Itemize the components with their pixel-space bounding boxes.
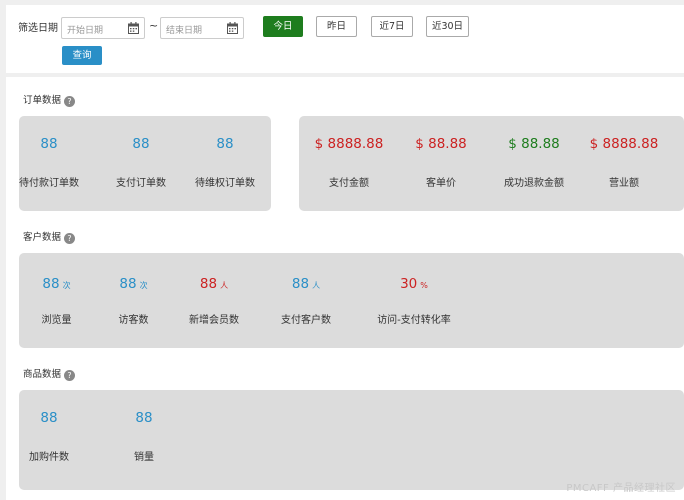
metric-value: 88: [216, 136, 234, 152]
date-filter-panel: 筛选日期 开始日期 ~ 结束日期 今日 昨日 近7日 近30日 查询: [6, 5, 684, 73]
metric-add-to-cart-items: 88 加购件数: [29, 410, 69, 463]
help-icon[interactable]: ?: [64, 233, 76, 244]
metric-label: 待维权订单数: [195, 178, 255, 189]
customers-section-title: 客户数据?: [23, 229, 76, 244]
metric-unit: %: [420, 281, 428, 290]
metric-value: $ 8888.88: [314, 136, 384, 152]
metric-value-row: 88 次: [106, 273, 161, 292]
metric-value: 88: [199, 276, 218, 292]
yesterday-button[interactable]: 昨日: [316, 16, 357, 37]
metric-paid-amount: $ 8888.88 支付金额: [309, 136, 389, 189]
metric-refund-amount: $ 88.88 成功退款金额: [499, 136, 569, 189]
metric-value: $ 88.88: [415, 136, 467, 152]
calendar-icon[interactable]: [227, 22, 238, 34]
order-counts-card: 88 待付款订单数 88 支付订单数 88 待维权订单数: [19, 116, 271, 211]
filter-label: 筛选日期: [18, 23, 58, 34]
metric-value-row: 88 人: [184, 273, 244, 292]
metric-label: 新增会员数: [189, 315, 239, 326]
help-icon[interactable]: ?: [64, 370, 76, 381]
date-range-separator: ~: [149, 19, 159, 32]
metric-value: 88: [135, 410, 153, 426]
metric-value: $ 88.88: [508, 136, 560, 152]
metric-page-views: 88 次 浏览量: [29, 273, 84, 326]
metric-unit: 次: [139, 281, 148, 290]
query-button[interactable]: 查询: [62, 46, 102, 65]
start-date-input[interactable]: 开始日期: [61, 17, 145, 39]
calendar-icon[interactable]: [128, 22, 139, 34]
metric-value-row: 30%: [369, 273, 459, 292]
today-button[interactable]: 今日: [263, 16, 303, 37]
metric-unit: 次: [62, 281, 71, 290]
customers-title-text: 客户数据: [23, 232, 62, 243]
orders-section-title: 订单数据?: [23, 92, 76, 107]
metric-paid-orders: 88 支付订单数: [116, 136, 166, 189]
metric-label: 支付金额: [329, 178, 369, 189]
metric-label: 营业额: [609, 178, 639, 189]
orders-title-text: 订单数据: [23, 95, 62, 106]
metric-visit-to-pay-conversion: 30% 访问-支付转化率: [369, 273, 459, 326]
metric-value-row: 88 人: [276, 273, 336, 292]
metric-label: 销量: [134, 452, 154, 463]
products-section-title: 商品数据?: [23, 366, 76, 381]
metric-value: 88: [42, 276, 60, 292]
products-title-text: 商品数据: [23, 369, 62, 380]
metric-value: 88: [40, 136, 58, 152]
metric-unit: 人: [220, 281, 229, 290]
customer-metrics-card: 88 次 浏览量 88 次 访客数 88 人 新增会员数 88 人 支付客户数 30% …: [19, 253, 684, 348]
metric-paying-customers: 88 人 支付客户数: [276, 273, 336, 326]
order-amounts-card: $ 8888.88 支付金额 $ 88.88 客单价 $ 88.88 成功退款金…: [299, 116, 684, 211]
metric-value: 88: [132, 136, 150, 152]
help-icon[interactable]: ?: [64, 96, 76, 107]
metric-value: 88: [291, 276, 310, 292]
watermark: PMCAFF 产品经理社区: [566, 483, 676, 494]
metric-label: 客单价: [426, 178, 456, 189]
end-date-placeholder: 结束日期: [166, 26, 203, 36]
metric-visitors: 88 次 访客数: [106, 273, 161, 326]
metric-pending-payment-orders: 88 待付款订单数: [19, 136, 79, 189]
metric-value: $ 8888.88: [589, 136, 659, 152]
last-7-days-button[interactable]: 近7日: [371, 16, 413, 37]
metric-label: 成功退款金额: [504, 178, 564, 189]
metric-average-order-value: $ 88.88 客单价: [406, 136, 476, 189]
metric-unit: 人: [312, 281, 321, 290]
metric-revenue: $ 8888.88 营业额: [584, 136, 664, 189]
start-date-placeholder: 开始日期: [67, 26, 104, 36]
metric-label: 浏览量: [41, 315, 72, 326]
metric-label: 访客数: [118, 315, 149, 326]
metric-value: 30: [400, 276, 418, 292]
metric-label: 待付款订单数: [19, 178, 79, 189]
product-metrics-card: 88 加购件数 88 销量: [19, 390, 684, 490]
last-30-days-button[interactable]: 近30日: [426, 16, 469, 37]
metric-value-row: 88 次: [29, 273, 84, 292]
end-date-input[interactable]: 结束日期: [160, 17, 244, 39]
metric-label: 加购件数: [29, 452, 69, 463]
dashboard-panel: 订单数据? 88 待付款订单数 88 支付订单数 88 待维权订单数 $ 888…: [6, 77, 684, 500]
metric-value: 88: [119, 276, 137, 292]
metric-new-members: 88 人 新增会员数: [184, 273, 244, 326]
metric-value: 88: [40, 410, 58, 426]
metric-label: 访问-支付转化率: [377, 315, 451, 326]
metric-rights-protection-orders: 88 待维权订单数: [195, 136, 255, 189]
metric-label: 支付客户数: [281, 315, 331, 326]
metric-label: 支付订单数: [116, 178, 166, 189]
metric-sales-volume: 88 销量: [124, 410, 164, 463]
